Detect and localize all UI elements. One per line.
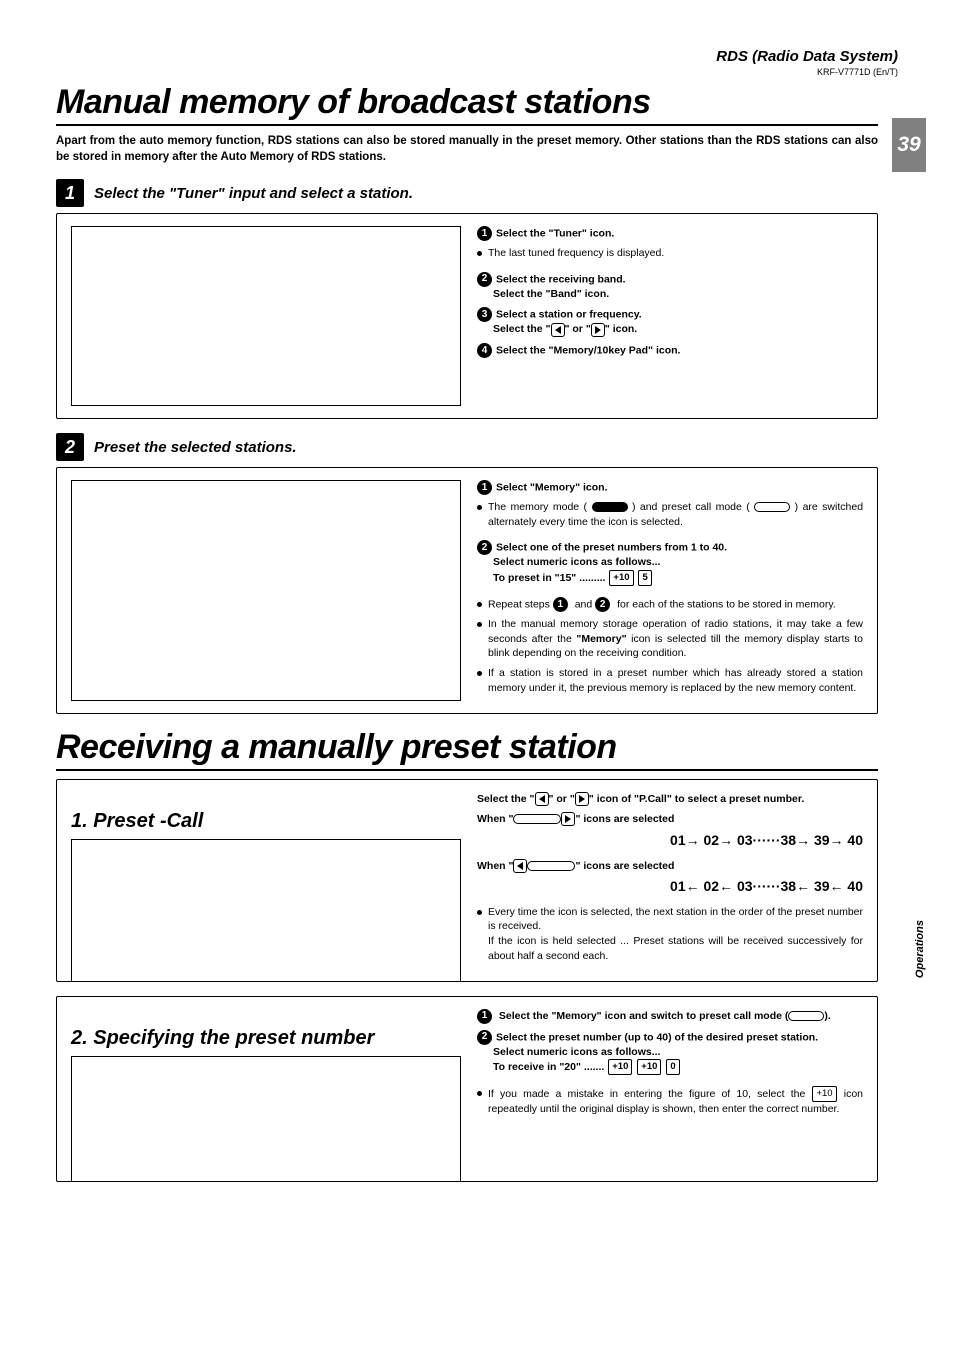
- left-arrow-icon: [551, 323, 565, 337]
- memory-mode-icon: [592, 502, 628, 512]
- pcall-top: Select the "" or "" icon of "P.Call" to …: [477, 792, 863, 807]
- key-plus10: +10: [609, 570, 633, 586]
- step-1-header: 1 Select the "Tuner" input and select a …: [56, 179, 878, 207]
- preset-call-left: 1. Preset -Call: [71, 792, 461, 969]
- model-code: KRF-V7771D (En/T): [56, 67, 898, 77]
- step-2-header: 2 Preset the selected stations.: [56, 433, 878, 461]
- specify-r2c: To receive in "20" ....... +10 +10 0: [477, 1059, 863, 1075]
- step2-r2c: To preset in "15" ......... +10 5: [477, 570, 863, 586]
- specify-heading: 2. Specifying the preset number: [71, 1027, 461, 1050]
- when-left: When "" icons are selected: [477, 859, 863, 874]
- right-arrow-icon: [575, 792, 589, 806]
- circled-1-icon: 1: [477, 226, 492, 241]
- right-arrow-icon: [591, 323, 605, 337]
- section-name: RDS (Radio Data System): [56, 48, 898, 65]
- circled-1-icon: 1: [477, 1009, 492, 1024]
- left-arrow-icon: [513, 859, 527, 873]
- step1-r4: Select the "Memory/10key Pad" icon.: [496, 344, 680, 356]
- step1-r1: Select the "Tuner" icon.: [496, 227, 614, 239]
- step-2-title: Preset the selected stations.: [94, 439, 297, 456]
- specify-r1: Select the "Memory" icon and switch to p…: [499, 1010, 831, 1022]
- page-number-tab: 39: [892, 118, 926, 172]
- preset-call-right: Select the "" or "" icon of "P.Call" to …: [477, 792, 863, 969]
- key-0: 0: [666, 1059, 679, 1075]
- circled-2-icon: 2: [477, 272, 492, 287]
- specify-r2a: Select the preset number (up to 40) of t…: [496, 1031, 818, 1043]
- key-plus10: +10: [608, 1059, 632, 1075]
- step-1-instructions: 1 Select the "Tuner" icon. The last tuned…: [477, 226, 863, 406]
- circled-1-icon: 1: [553, 597, 568, 612]
- key-5: 5: [638, 570, 651, 586]
- step1-r1-note: The last tuned frequency is displayed.: [488, 246, 664, 261]
- circled-2-icon: 2: [477, 1030, 492, 1045]
- circled-1-icon: 1: [477, 480, 492, 495]
- step2-r1: Select "Memory" icon.: [496, 481, 608, 493]
- step2-repeat: Repeat steps 1 and 2 for each of the sta…: [488, 597, 836, 612]
- when-right: When "" icons are selected: [477, 812, 863, 827]
- sequence-forward: 01→ 02→ 03······38→ 39→ 40: [477, 831, 863, 851]
- specify-box: 2. Specifying the preset number 1 Select…: [56, 996, 878, 1182]
- specify-right: 1 Select the "Memory" icon and switch to…: [477, 1009, 863, 1169]
- circled-2-icon: 2: [595, 597, 610, 612]
- left-arrow-icon: [535, 792, 549, 806]
- step-1-diagram: [71, 226, 461, 406]
- step2-note3: If a station is stored in a preset numbe…: [488, 666, 863, 695]
- step-1-title: Select the "Tuner" input and select a st…: [94, 185, 413, 202]
- key-plus10: +10: [812, 1086, 836, 1102]
- step1-r3a: Select a station or frequency.: [496, 309, 642, 321]
- step1-r2b: Select the "Band" icon.: [477, 287, 863, 302]
- key-plus10: +10: [637, 1059, 661, 1075]
- page-title-2: Receiving a manually preset station: [56, 728, 878, 767]
- sequence-reverse: 01← 02← 03······38← 39← 40: [477, 877, 863, 897]
- step2-note2: In the manual memory storage operation o…: [488, 617, 863, 661]
- title-rule: [56, 124, 878, 126]
- page-title-1: Manual memory of broadcast stations: [56, 83, 878, 122]
- specify-left: 2. Specifying the preset number: [71, 1009, 461, 1169]
- circled-4-icon: 4: [477, 343, 492, 358]
- step-1-number: 1: [56, 179, 84, 207]
- preset-call-heading: 1. Preset -Call: [71, 810, 461, 833]
- step-2-diagram: If RDS stations are stored manually in t…: [71, 480, 461, 701]
- preset-call-mode-icon: [788, 1011, 824, 1021]
- preset-call-box: 1. Preset -Call Select the "" or "" icon…: [56, 779, 878, 982]
- step1-r3b: Select the "" or "" icon.: [477, 322, 863, 337]
- step-2-number: 2: [56, 433, 84, 461]
- right-arrow-icon: [561, 812, 575, 826]
- page-header: RDS (Radio Data System) KRF-V7771D (En/T…: [56, 48, 898, 77]
- step1-r2a: Select the receiving band.: [496, 273, 626, 285]
- step-1-box: 1 Select the "Tuner" icon. The last tuned…: [56, 213, 878, 419]
- preset-call-mode-icon: [754, 502, 790, 512]
- step2-r1-note: The memory mode ( ) and preset call mode…: [488, 500, 863, 529]
- intro-paragraph: Apart from the auto memory function, RDS…: [56, 134, 878, 165]
- pcall-note: Every time the icon is selected, the nex…: [488, 905, 863, 964]
- side-tab-operations: Operations: [914, 920, 926, 978]
- step2-r2a: Select one of the preset numbers from 1 …: [496, 542, 727, 554]
- title-rule-2: [56, 769, 878, 771]
- circled-3-icon: 3: [477, 307, 492, 322]
- step-2-instructions: 1 Select "Memory" icon. The memory mode (…: [477, 480, 863, 701]
- step2-r2b: Select numeric icons as follows...: [477, 555, 863, 570]
- specify-r2b: Select numeric icons as follows...: [477, 1045, 863, 1060]
- circled-2-icon: 2: [477, 540, 492, 555]
- specify-note: If you made a mistake in entering the fi…: [488, 1086, 863, 1117]
- step-2-box: If RDS stations are stored manually in t…: [56, 467, 878, 714]
